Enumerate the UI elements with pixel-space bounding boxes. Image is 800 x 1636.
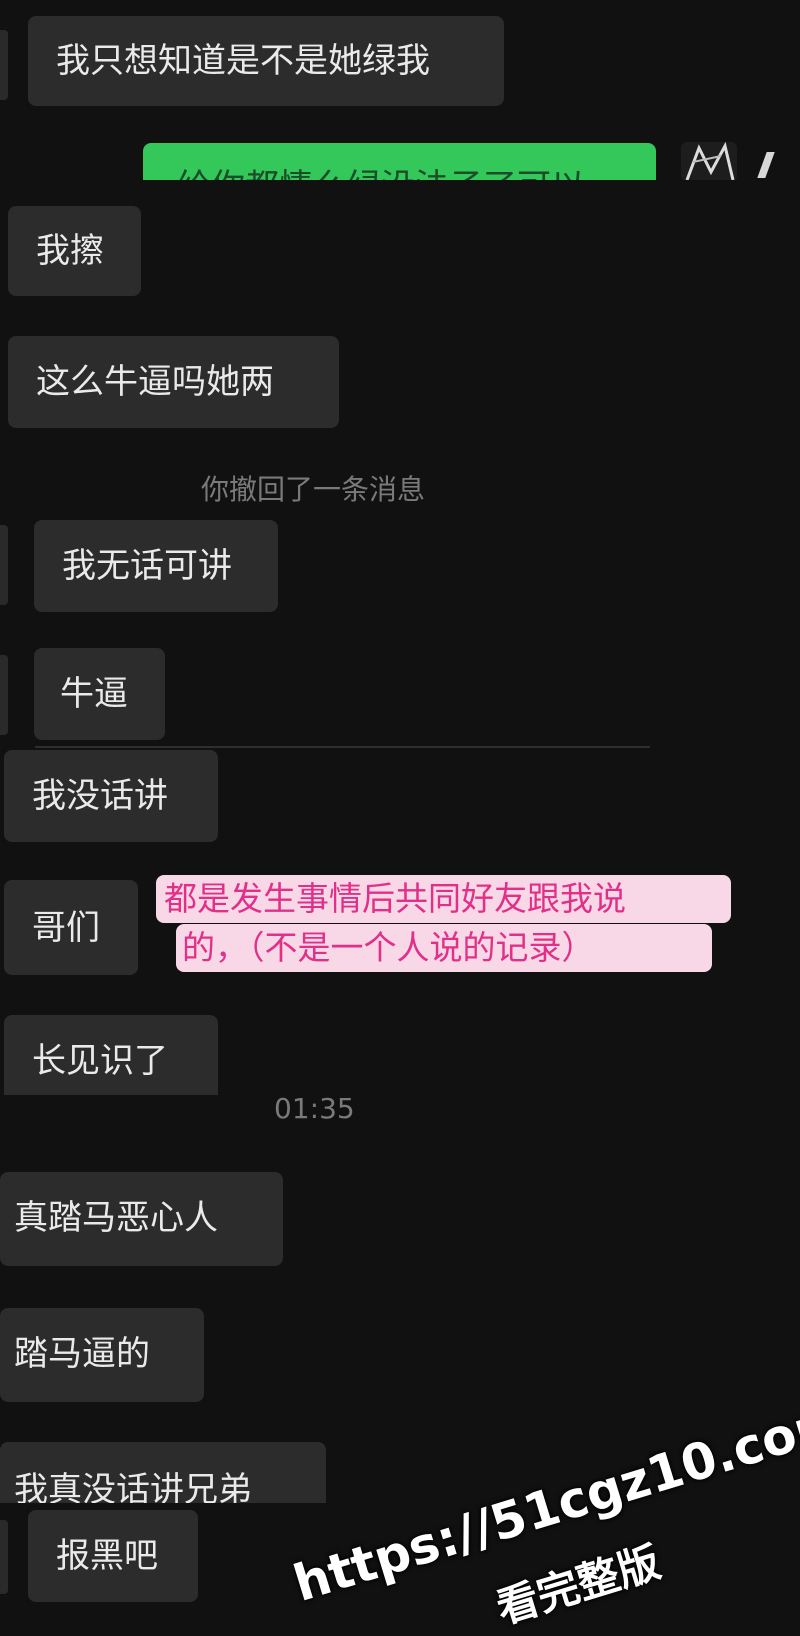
message-bubble[interactable]: 我真没话讲兄弟 (0, 1442, 326, 1503)
recalled-notice: 你撤回了一条消息 (201, 473, 426, 506)
message-text: 我没话讲 (32, 776, 168, 816)
message-text: 我真没话讲兄弟 (14, 1470, 252, 1503)
sent-message-bubble[interactable]: 给你都情么绿没法子了可以 (143, 143, 656, 180)
avatar[interactable] (0, 1520, 8, 1594)
timestamp: 01:35 (274, 1092, 355, 1125)
annotation-note-line1: 都是发生事情后共同好友跟我说 (156, 875, 731, 923)
message-bubble[interactable]: 牛逼 (34, 648, 165, 740)
message-text: 我擦 (36, 231, 104, 271)
message-text: 我只想知道是不是她绿我 (56, 41, 430, 81)
message-bubble[interactable]: 哥们 (4, 880, 138, 975)
avatar[interactable] (0, 525, 8, 605)
message-bubble[interactable]: 我只想知道是不是她绿我 (28, 16, 504, 106)
message-bubble[interactable]: 我无话可讲 (34, 520, 278, 612)
avatar-edge-right (757, 152, 775, 178)
avatar[interactable] (681, 142, 737, 180)
message-text: 哥们 (32, 908, 100, 948)
message-bubble[interactable]: 踏马逼的 (0, 1308, 204, 1402)
section-divider (35, 746, 650, 748)
message-bubble[interactable]: 我没话讲 (4, 750, 218, 842)
annotation-note-line2: 的，（不是一个人说的记录） (176, 924, 712, 972)
message-bubble[interactable]: 这么牛逼吗她两 (8, 336, 339, 428)
avatar[interactable] (0, 30, 8, 100)
message-bubble[interactable]: 长见识了 (4, 1015, 218, 1095)
message-bubble[interactable]: 报黑吧 (28, 1510, 198, 1602)
message-text: 这么牛逼吗她两 (36, 362, 274, 402)
message-text: 我无话可讲 (62, 546, 232, 586)
avatar[interactable] (0, 655, 8, 735)
message-text: 给你都情么绿没法子了可以 (177, 167, 585, 180)
message-text: 真踏马恶心人 (14, 1198, 218, 1238)
message-text: 长见识了 (32, 1041, 168, 1081)
message-text: 踏马逼的 (14, 1334, 150, 1374)
sent-message-row: 给你都情么绿没法子了可以 (0, 130, 800, 180)
message-text: 牛逼 (60, 674, 128, 714)
message-bubble[interactable]: 我擦 (8, 206, 141, 296)
message-bubble[interactable]: 真踏马恶心人 (0, 1172, 283, 1266)
message-text: 报黑吧 (56, 1536, 158, 1576)
